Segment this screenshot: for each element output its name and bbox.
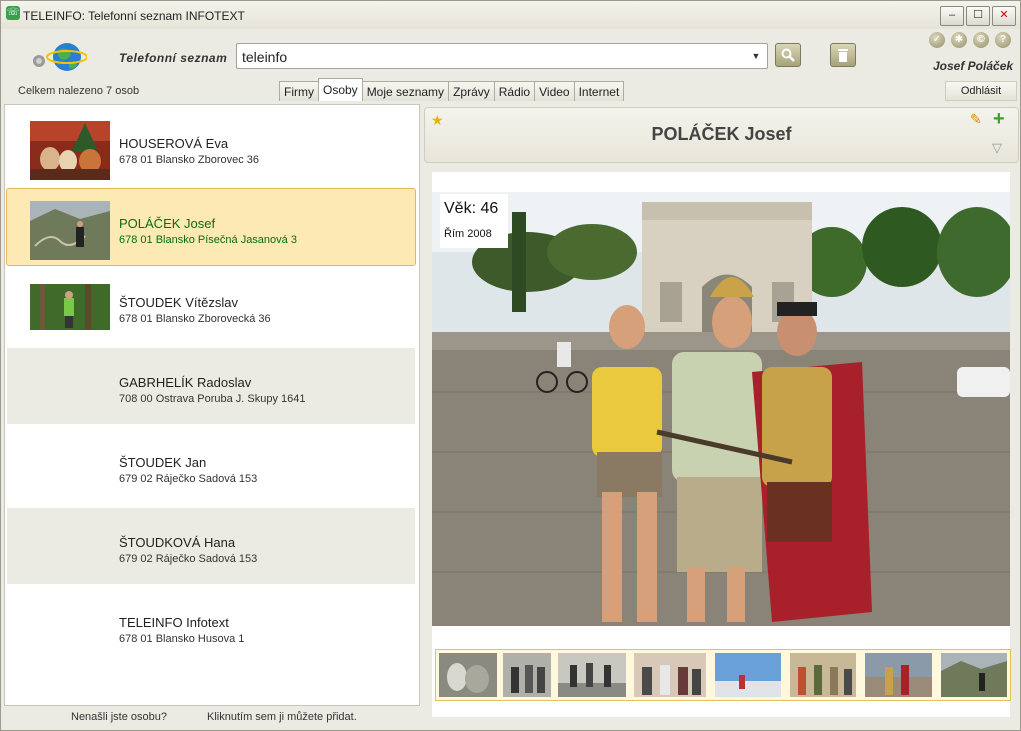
tab-bar: Firmy Osoby Moje seznamy Zprávy Rádio Vi…: [279, 78, 625, 101]
thumbnail[interactable]: [503, 653, 551, 697]
person-address: 708 00 Ostrava Poruba J. Skupy 1641: [119, 393, 306, 405]
minimize-button[interactable]: –: [940, 6, 964, 26]
person-address: 678 01 Blansko Písečná Jasanová 3: [119, 234, 297, 246]
list-item[interactable]: ŠTOUDEK Jan 679 02 Ráječko Sadová 153: [7, 428, 415, 504]
detail-person-name: POLÁČEK Josef: [651, 124, 792, 144]
search-button[interactable]: [775, 43, 801, 67]
people-list: HOUSEROVÁ Eva 678 01 Blansko Zborovec 36…: [4, 104, 420, 706]
person-name: GABRHELÍK Radoslav: [119, 375, 252, 390]
list-item[interactable]: ŠTOUDEK Vítězslav 678 01 Blansko Zborove…: [7, 268, 415, 344]
thumbnail[interactable]: [865, 653, 932, 697]
check-icon[interactable]: ✓: [929, 32, 945, 48]
photo-caption: Řím 2008: [444, 228, 492, 240]
delete-button[interactable]: [830, 43, 856, 67]
edit-pencil-icon[interactable]: ✎: [970, 111, 982, 128]
copyright-icon[interactable]: ©: [973, 32, 989, 48]
add-person-link[interactable]: Kliknutím sem ji můžete přidat.: [207, 711, 357, 723]
list-item-selected[interactable]: POLÁČEK Josef 678 01 Blansko Písečná Jas…: [6, 188, 416, 266]
tab-osoby[interactable]: Osoby: [318, 78, 363, 101]
title-bar: ☏ TELEINFO: Telefonní seznam INFOTEXT – …: [1, 1, 1020, 29]
expand-triangle-icon[interactable]: ▽: [992, 140, 1002, 156]
found-count: Celkem nalezeno 7 osob: [18, 85, 140, 97]
window-title: TELEINFO: Telefonní seznam INFOTEXT: [23, 9, 245, 23]
search-input[interactable]: [240, 46, 744, 68]
phonebook-label: Telefonní seznam: [119, 51, 228, 65]
age-overlay: Věk: 46 Řím 2008: [440, 194, 508, 248]
list-item[interactable]: HOUSEROVÁ Eva 678 01 Blansko Zborovec 36: [7, 109, 415, 185]
app-window: ☏ TELEINFO: Telefonní seznam INFOTEXT – …: [0, 0, 1021, 731]
person-photo: [30, 284, 110, 330]
person-name: POLÁČEK Josef: [119, 216, 216, 231]
maximize-button[interactable]: ☐: [966, 6, 990, 26]
list-item[interactable]: GABRHELÍK Radoslav 708 00 Ostrava Poruba…: [7, 348, 415, 424]
person-address: 678 01 Blansko Husova 1: [119, 633, 245, 645]
not-found-text: Nenašli jste osobu?: [71, 711, 168, 723]
chevron-down-icon[interactable]: ▼: [747, 46, 765, 66]
person-address: 678 01 Blansko Zborovecká 36: [119, 313, 271, 325]
person-name: ŠTOUDEK Jan: [119, 455, 207, 470]
tab-radio[interactable]: Rádio: [493, 81, 536, 101]
detail-header: ★ POLÁČEK Josef ✎ + ▽: [424, 107, 1019, 163]
photo-panel: Věk: 46 Řím 2008: [432, 172, 1011, 717]
person-name: TELEINFO Infotext: [119, 615, 229, 630]
add-person-footer[interactable]: Nenašli jste osobu? Kliknutím sem ji můž…: [4, 706, 418, 728]
thumbnail[interactable]: [439, 653, 497, 697]
tab-internet[interactable]: Internet: [573, 81, 625, 101]
thumbnail[interactable]: [715, 653, 781, 697]
photo-thumbnail-strip: [435, 649, 1011, 701]
person-photo: [30, 201, 110, 260]
tab-zpravy[interactable]: Zprávy: [448, 81, 495, 101]
trash-icon: [838, 49, 848, 62]
person-name: HOUSEROVÁ Eva: [119, 136, 229, 151]
person-address: 679 02 Ráječko Sadová 153: [119, 473, 258, 485]
main-photo[interactable]: [432, 192, 1010, 626]
person-address: 679 02 Ráječko Sadová 153: [119, 553, 258, 565]
window-controls: – ☐ ✕: [940, 6, 1016, 26]
search-combobox[interactable]: ▼: [236, 43, 768, 69]
help-icon[interactable]: ?: [995, 32, 1011, 48]
person-photo: [30, 121, 110, 180]
age-text: Věk: 46: [444, 200, 499, 217]
thumbnail[interactable]: [941, 653, 1007, 697]
thumbnail[interactable]: [634, 653, 706, 697]
search-icon: [781, 48, 795, 62]
close-button[interactable]: ✕: [992, 6, 1016, 26]
phone-app-icon: ☏: [6, 6, 20, 20]
logout-button[interactable]: Odhlásit: [945, 81, 1017, 101]
toolbar-round-icons: ✓ ✱ © ?: [929, 32, 1011, 48]
list-item[interactable]: ŠTOUDKOVÁ Hana 679 02 Ráječko Sadová 153: [7, 508, 415, 584]
tab-video[interactable]: Video: [534, 81, 575, 101]
person-name: ŠTOUDKOVÁ Hana: [119, 535, 236, 550]
person-address: 678 01 Blansko Zborovec 36: [119, 154, 260, 166]
gear-icon[interactable]: ✱: [951, 32, 967, 48]
tab-moje-seznamy[interactable]: Moje seznamy: [361, 81, 450, 101]
person-name: ŠTOUDEK Vítězslav: [119, 295, 238, 310]
add-icon[interactable]: +: [993, 108, 1005, 131]
list-item[interactable]: TELEINFO Infotext 678 01 Blansko Husova …: [7, 588, 415, 664]
thumbnail[interactable]: [558, 653, 626, 697]
user-name: Josef Poláček: [933, 59, 1014, 73]
tab-firmy[interactable]: Firmy: [279, 81, 319, 101]
thumbnail[interactable]: [790, 653, 856, 697]
globe-logo-icon: [33, 43, 87, 71]
